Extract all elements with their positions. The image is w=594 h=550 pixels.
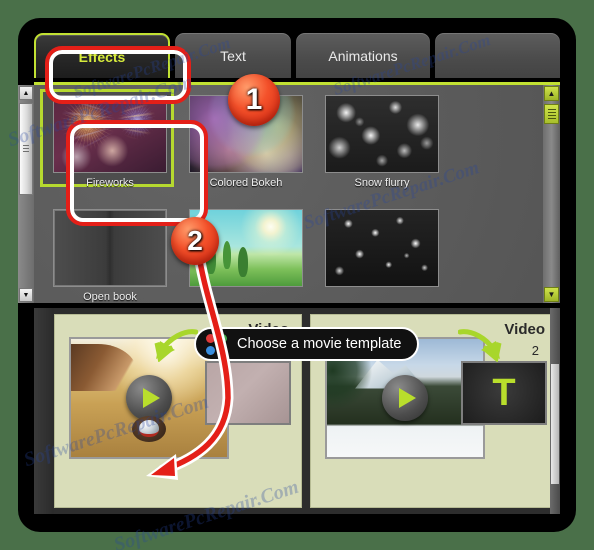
scrollbar-thumb[interactable] xyxy=(19,103,33,195)
stars-art xyxy=(326,210,438,286)
snow-globe-icon xyxy=(139,420,159,438)
play-icon xyxy=(143,388,160,408)
text-tool-icon: T xyxy=(492,372,516,414)
effect-thumbnail xyxy=(53,209,167,287)
effects-scrollbar-right[interactable]: ▲ ▼ xyxy=(543,85,560,303)
effect-item-fireworks[interactable]: Fireworks xyxy=(40,89,174,197)
clip-number: 2 xyxy=(531,343,539,358)
tab-effects[interactable]: Effects xyxy=(34,33,170,78)
scroll-up-icon[interactable]: ▲ xyxy=(19,86,33,100)
dot-red xyxy=(206,333,215,343)
template-dots-icon xyxy=(206,333,227,355)
effect-label: Fireworks xyxy=(86,177,134,189)
effect-label: Snow flurry xyxy=(354,177,410,189)
annotation-badge-1: 1 xyxy=(228,74,280,126)
tooltip-label: Choose a movie template xyxy=(237,336,402,352)
tab-bar: Effects Text Animations xyxy=(34,33,560,82)
tab-text[interactable]: Text xyxy=(175,33,291,78)
grip-icon xyxy=(23,144,29,154)
scroll-up-icon[interactable]: ▲ xyxy=(544,86,559,101)
hint-arrow-left-icon xyxy=(154,329,198,362)
effect-item-stars[interactable] xyxy=(318,209,446,303)
dot-green xyxy=(218,333,227,343)
scroll-down-icon[interactable]: ▼ xyxy=(544,287,559,302)
effect-thumbnail xyxy=(325,95,439,173)
scrollbar-thumb[interactable] xyxy=(544,104,559,124)
effect-thumbnail xyxy=(53,95,167,173)
clip-text-slot[interactable]: T xyxy=(461,361,547,425)
effect-label: Open book xyxy=(83,291,137,303)
hint-arrow-right-icon xyxy=(458,329,502,362)
effect-applied-icon[interactable] xyxy=(132,415,166,442)
effect-thumbnail xyxy=(325,209,439,287)
open-book-art xyxy=(54,210,166,286)
fireworks-art xyxy=(54,96,166,172)
tab-animations[interactable]: Animations xyxy=(296,33,430,78)
application-window: Effects Text Animations Fireworks Colore… xyxy=(18,18,576,532)
timeline-scrollbar[interactable] xyxy=(550,308,560,514)
tab-animations-label: Animations xyxy=(328,47,398,64)
play-icon xyxy=(399,388,416,408)
play-button[interactable] xyxy=(382,375,428,421)
annotation-badge-2: 2 xyxy=(171,217,219,265)
tooltip-choose-movie-template[interactable]: Choose a movie template xyxy=(194,327,420,361)
effect-item-snow-flurry[interactable]: Snow flurry xyxy=(318,95,446,197)
dot-blue xyxy=(206,345,215,355)
effects-gallery: Fireworks Colored Bokeh Snow flurry Open… xyxy=(34,85,560,303)
effect-label: Colored Bokeh xyxy=(209,177,283,189)
dot-orange xyxy=(218,345,227,355)
scroll-down-icon[interactable]: ▼ xyxy=(19,288,33,302)
tab-text-label: Text xyxy=(220,47,246,64)
scrollbar-thumb[interactable] xyxy=(551,364,559,484)
grip-icon xyxy=(547,108,556,120)
play-button[interactable] xyxy=(126,375,172,421)
effects-scrollbar-left[interactable]: ▲ ▼ xyxy=(18,85,34,303)
timeline-left-gutter xyxy=(34,308,54,514)
clip-effect-slot[interactable] xyxy=(205,361,291,425)
track-label: Video xyxy=(504,321,545,338)
effect-item-open-book[interactable]: Open book xyxy=(46,209,174,303)
snow-art xyxy=(326,96,438,172)
tab-overflow[interactable] xyxy=(435,33,560,78)
tab-effects-label: Effects xyxy=(78,48,126,65)
